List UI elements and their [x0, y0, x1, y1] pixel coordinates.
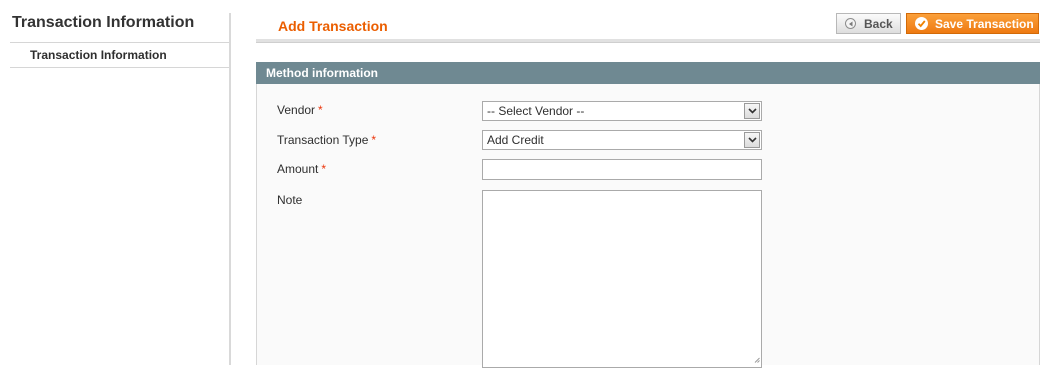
- chevron-down-icon: [744, 132, 760, 148]
- sidebar: Transaction Information Transaction Info…: [0, 0, 232, 365]
- required-mark: *: [321, 162, 327, 176]
- vendor-select[interactable]: -- Select Vendor --: [482, 101, 762, 121]
- note-textarea[interactable]: [482, 190, 762, 368]
- note-label-text: Note: [277, 193, 303, 207]
- page-title: Add Transaction: [278, 18, 388, 34]
- back-button-label: Back: [864, 16, 893, 31]
- note-label: Note: [277, 193, 302, 207]
- fieldset-title: Method information: [256, 62, 1040, 84]
- back-button[interactable]: Back: [836, 13, 901, 34]
- sidebar-separator: [229, 13, 231, 365]
- save-button-label: Save Transaction: [935, 16, 1034, 31]
- amount-input[interactable]: [482, 159, 762, 180]
- required-mark: *: [371, 133, 377, 147]
- sidebar-title: Transaction Information: [12, 14, 195, 31]
- transaction-type-select[interactable]: Add Credit: [482, 130, 762, 150]
- vendor-label-text: Vendor: [277, 103, 316, 117]
- vendor-label: Vendor *: [277, 103, 323, 117]
- header-divider: [256, 39, 1040, 43]
- check-circle-icon: [915, 17, 928, 30]
- transaction-type-label: Transaction Type *: [277, 133, 376, 147]
- sidebar-tab-transaction-information[interactable]: Transaction Information: [10, 43, 231, 68]
- save-transaction-button[interactable]: Save Transaction: [906, 13, 1039, 34]
- vendor-select-value: -- Select Vendor --: [487, 104, 585, 118]
- amount-label: Amount *: [277, 162, 326, 176]
- chevron-down-icon: [744, 103, 760, 119]
- amount-label-text: Amount: [277, 162, 319, 176]
- required-mark: *: [318, 103, 323, 117]
- chevron-left-icon: [845, 18, 856, 29]
- resize-grip-icon[interactable]: [754, 357, 760, 363]
- transaction-type-select-value: Add Credit: [487, 133, 544, 147]
- transaction-type-label-text: Transaction Type: [277, 133, 369, 147]
